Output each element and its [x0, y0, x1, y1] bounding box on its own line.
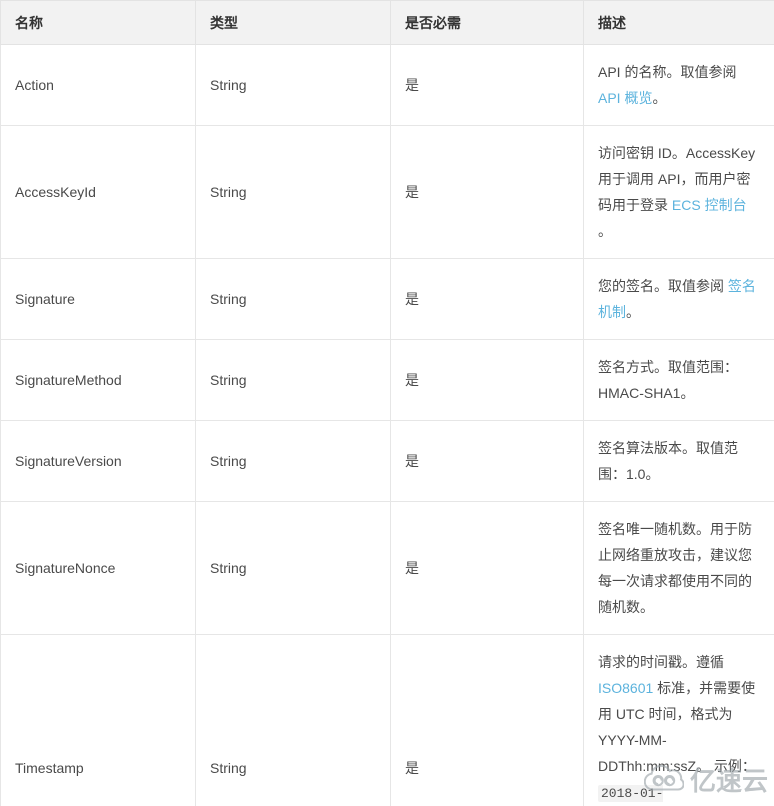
cell-parameter-type: String — [195, 258, 391, 340]
params-table-container: 名称 类型 是否必需 描述 Action String 是 API 的名称。取值参阅 … — [0, 0, 774, 806]
cell-parameter-required: 是 — [390, 258, 584, 340]
description-text: 您的签名。取值参阅 — [598, 278, 728, 294]
inline-code: 2018-01-01T12:00:00Z — [598, 785, 695, 806]
cell-parameter-type: String — [195, 420, 391, 502]
description-text: 签名算法版本。取值范围：1.0。 — [598, 440, 738, 482]
cell-parameter-name: Action — [0, 44, 196, 126]
table-row: SignatureNonce String 是签名唯一随机数。用于防止网络重放攻击，… — [0, 501, 774, 635]
description-text: 签名方式。取值范围：HMAC-SHA1。 — [598, 359, 738, 401]
table-row: Timestamp String 是请求的时间戳。遵循 ISO8601 标准，并需要… — [0, 634, 774, 806]
description-text: 。 — [652, 90, 667, 106]
cell-parameter-description: 您的签名。取值参阅 签名机制。 — [583, 258, 774, 340]
cell-parameter-name: Signature — [0, 258, 196, 340]
table-row: Action String 是 API 的名称。取值参阅 API 概览。 — [0, 44, 774, 126]
cell-parameter-required: 是 — [390, 339, 584, 421]
cell-parameter-type: String — [195, 125, 391, 259]
table-row: SignatureMethod String 是签名方式。取值范围：HMAC-SHA… — [0, 339, 774, 421]
cell-parameter-type: String — [195, 501, 391, 635]
cell-parameter-name: Timestamp — [0, 634, 196, 806]
description-text: 签名唯一随机数。用于防止网络重放攻击，建议您每一次请求都使用不同的随机数。 — [598, 521, 752, 615]
description-link[interactable]: API 概览 — [598, 90, 652, 106]
column-header-description: 描述 — [583, 0, 774, 45]
cell-parameter-name: SignatureMethod — [0, 339, 196, 421]
table-row: Signature String 是您的签名。取值参阅 签名机制。 — [0, 258, 774, 340]
column-header-required: 是否必需 — [390, 0, 584, 45]
description-link[interactable]: ECS 控制台 — [672, 197, 747, 213]
cell-parameter-description: 签名算法版本。取值范围：1.0。 — [583, 420, 774, 502]
column-header-type: 类型 — [195, 0, 391, 45]
cell-parameter-description: API 的名称。取值参阅 API 概览。 — [583, 44, 774, 126]
cell-parameter-required: 是 — [390, 634, 584, 806]
cell-parameter-name: SignatureNonce — [0, 501, 196, 635]
cell-parameter-name: SignatureVersion — [0, 420, 196, 502]
table-header: 名称 类型 是否必需 描述 — [0, 0, 774, 45]
cell-parameter-required: 是 — [390, 501, 584, 635]
table-row: SignatureVersion String 是签名算法版本。取值范围：1.0。 — [0, 420, 774, 502]
cell-parameter-description: 请求的时间戳。遵循 ISO8601 标准，并需要使用 UTC 时间，格式为 YY… — [583, 634, 774, 806]
cell-parameter-type: String — [195, 339, 391, 421]
cell-parameter-description: 签名唯一随机数。用于防止网络重放攻击，建议您每一次请求都使用不同的随机数。 — [583, 501, 774, 635]
cell-parameter-description: 签名方式。取值范围：HMAC-SHA1。 — [583, 339, 774, 421]
cell-parameter-type: String — [195, 634, 391, 806]
description-text: 。 — [626, 304, 640, 320]
cell-parameter-type: String — [195, 44, 391, 126]
table-header-row: 名称 类型 是否必需 描述 — [0, 0, 774, 45]
cell-parameter-required: 是 — [390, 125, 584, 259]
description-link[interactable]: ISO8601 — [598, 680, 653, 696]
cell-parameter-name: AccessKeyId — [0, 125, 196, 259]
cell-parameter-description: 访问密钥 ID。AccessKey 用于调用 API，而用户密码用于登录 ECS… — [583, 125, 774, 259]
table-body: Action String 是 API 的名称。取值参阅 API 概览。 AccessK… — [0, 44, 774, 806]
description-text: 。 — [598, 223, 612, 239]
public-request-parameters-table: 名称 类型 是否必需 描述 Action String 是 API 的名称。取值参阅 … — [0, 0, 774, 806]
cell-parameter-required: 是 — [390, 420, 584, 502]
column-header-name: 名称 — [0, 0, 196, 45]
table-row: AccessKeyId String 是访问密钥 ID。AccessKey 用于调用… — [0, 125, 774, 259]
cell-parameter-required: 是 — [390, 44, 584, 126]
description-text: API 的名称。取值参阅 — [598, 64, 737, 80]
description-text: 请求的时间戳。遵循 — [598, 654, 724, 670]
